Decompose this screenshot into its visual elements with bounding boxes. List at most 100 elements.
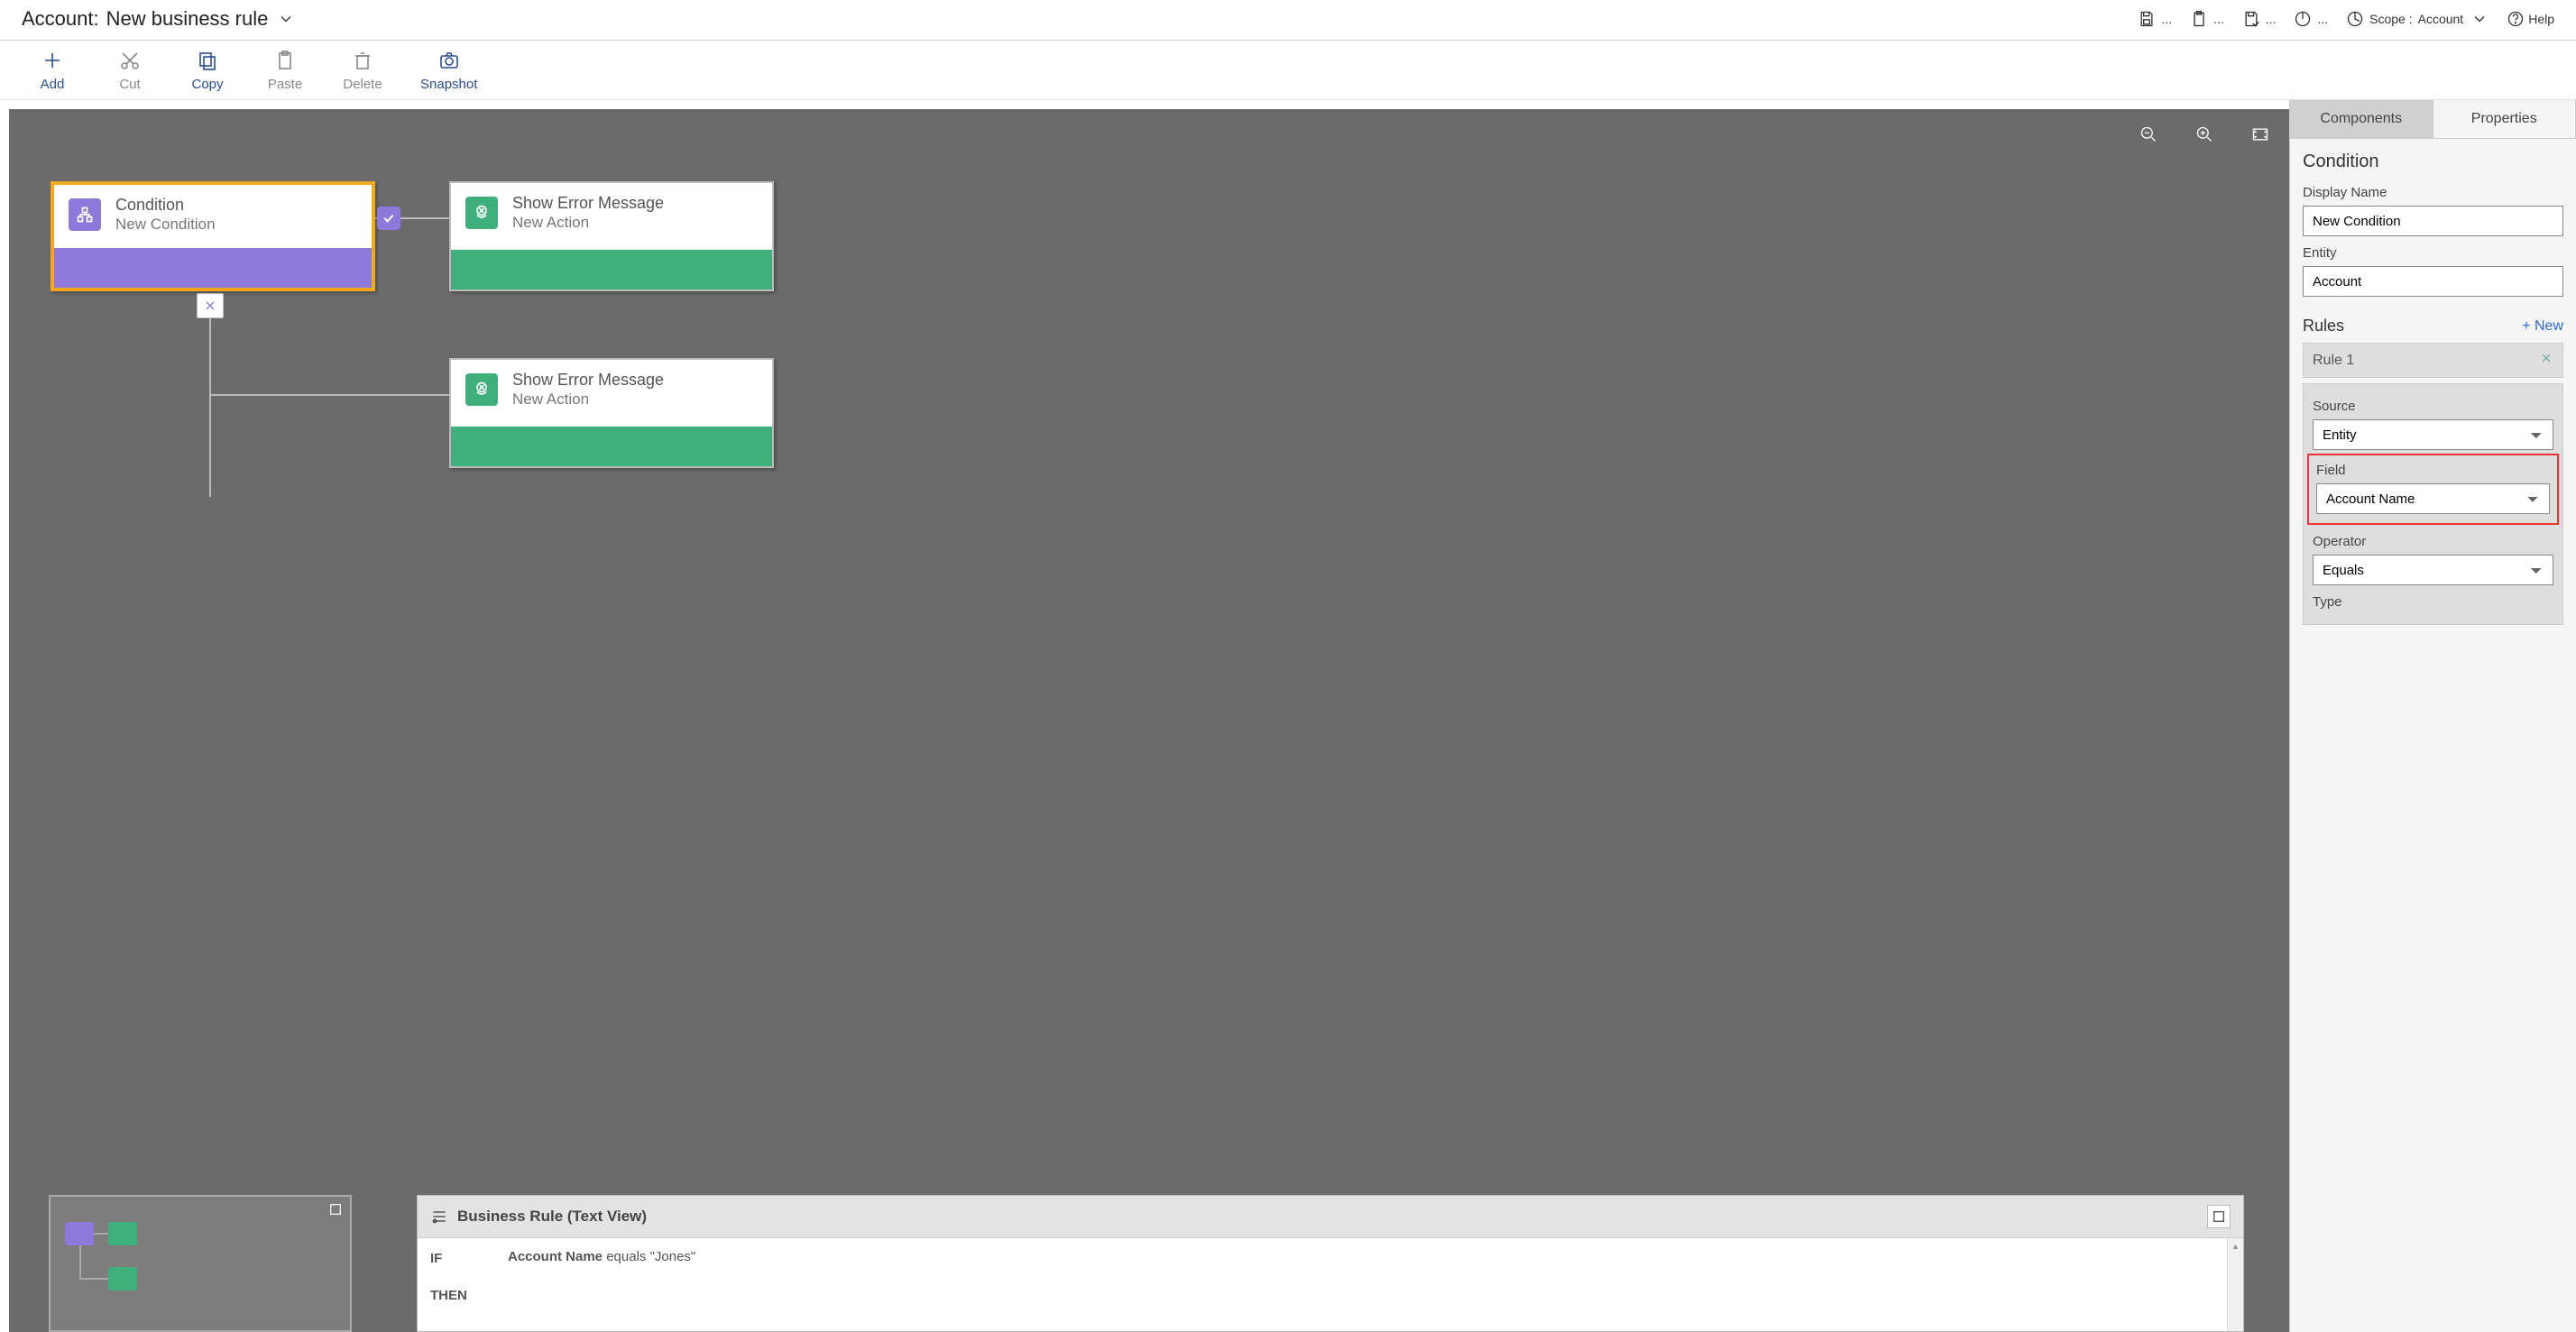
node-title: Show Error Message bbox=[512, 371, 664, 390]
ellipsis-icon bbox=[2159, 12, 2172, 26]
connector-line bbox=[209, 315, 211, 497]
delete-button[interactable]: Delete bbox=[343, 50, 382, 92]
action-node-2[interactable]: Show Error Message New Action bbox=[449, 358, 774, 468]
condition-icon bbox=[69, 198, 101, 231]
then-keyword: THEN bbox=[430, 1288, 508, 1303]
scope-value: Account bbox=[2418, 12, 2464, 26]
title-name: New business rule bbox=[106, 7, 269, 31]
node-strip bbox=[54, 248, 372, 288]
entity-input[interactable] bbox=[2303, 266, 2563, 297]
trash-icon bbox=[352, 50, 373, 71]
power-icon bbox=[2294, 10, 2312, 28]
ellipsis-icon bbox=[2212, 12, 2224, 26]
node-subtitle: New Action bbox=[512, 214, 664, 232]
minimap-connector bbox=[79, 1278, 108, 1280]
save-as-icon bbox=[2242, 10, 2260, 28]
source-select[interactable]: Entity bbox=[2313, 419, 2553, 450]
copy-button[interactable]: Copy bbox=[188, 50, 227, 92]
scope-selector[interactable]: Scope : Account bbox=[2346, 10, 2489, 28]
condition-node[interactable]: Condition New Condition bbox=[51, 181, 375, 291]
source-label: Source bbox=[2313, 399, 2553, 414]
rule-delete-icon[interactable] bbox=[2539, 351, 2553, 370]
if-keyword: IF bbox=[430, 1251, 508, 1266]
tab-components[interactable]: Components bbox=[2290, 100, 2433, 138]
node-subtitle: New Action bbox=[512, 390, 664, 409]
text-view-panel: Business Rule (Text View) IF THEN Accoun… bbox=[417, 1195, 2244, 1332]
minimap[interactable] bbox=[49, 1195, 352, 1332]
minimap-node bbox=[65, 1222, 94, 1245]
field-label: Field bbox=[2316, 463, 2550, 478]
entity-label: Entity bbox=[2303, 245, 2563, 261]
save-icon bbox=[2138, 10, 2156, 28]
field-select[interactable]: Account Name bbox=[2316, 483, 2550, 514]
cut-button[interactable]: Cut bbox=[110, 50, 150, 92]
paste-button[interactable]: Paste bbox=[265, 50, 305, 92]
minimap-node bbox=[108, 1222, 137, 1245]
scope-icon bbox=[2346, 10, 2364, 28]
save-menu-button[interactable] bbox=[2138, 10, 2172, 28]
field-highlight-box: Field Account Name bbox=[2307, 454, 2559, 525]
list-settings-icon bbox=[430, 1208, 448, 1226]
node-strip bbox=[451, 250, 772, 289]
connector-line bbox=[209, 394, 449, 396]
ellipsis-icon bbox=[2315, 12, 2328, 26]
plus-icon bbox=[41, 50, 63, 71]
zoom-out-button[interactable] bbox=[2136, 122, 2161, 147]
chevron-down-icon bbox=[2470, 10, 2489, 28]
error-action-icon bbox=[465, 197, 498, 229]
text-view-expand-button[interactable] bbox=[2207, 1205, 2231, 1228]
tab-properties[interactable]: Properties bbox=[2433, 100, 2576, 138]
activate-menu-button[interactable] bbox=[2294, 10, 2328, 28]
fit-screen-button[interactable] bbox=[2248, 122, 2273, 147]
help-button[interactable]: Help bbox=[2507, 10, 2554, 28]
title-prefix: Account: bbox=[22, 7, 99, 31]
operator-label: Operator bbox=[2313, 534, 2553, 549]
new-rule-button[interactable]: + New bbox=[2522, 318, 2563, 335]
snapshot-button[interactable]: Snapshot bbox=[420, 50, 477, 92]
zoom-out-icon bbox=[2139, 125, 2157, 143]
paste-icon bbox=[274, 50, 296, 71]
rule-1-header[interactable]: Rule 1 bbox=[2303, 343, 2563, 378]
ellipsis-icon bbox=[2264, 12, 2277, 26]
false-path-badge bbox=[197, 293, 224, 318]
operator-select[interactable]: Equals bbox=[2313, 555, 2553, 585]
scope-label: Scope : bbox=[2369, 12, 2412, 26]
if-expression: Account Name equals "Jones" bbox=[508, 1249, 2214, 1264]
saveas-menu-button[interactable] bbox=[2242, 10, 2277, 28]
error-action-icon bbox=[465, 373, 498, 406]
zoom-in-button[interactable] bbox=[2192, 122, 2217, 147]
camera-icon bbox=[438, 50, 460, 71]
add-button[interactable]: Add bbox=[32, 50, 72, 92]
clipboard-icon bbox=[2190, 10, 2208, 28]
properties-section-title: Condition bbox=[2303, 152, 2563, 172]
action-node-1[interactable]: Show Error Message New Action bbox=[449, 181, 774, 291]
text-view-scrollbar[interactable]: ▴ bbox=[2227, 1238, 2243, 1331]
display-name-label: Display Name bbox=[2303, 185, 2563, 200]
text-view-title: Business Rule (Text View) bbox=[457, 1208, 647, 1226]
canvas-area: Condition New Condition bbox=[0, 100, 2289, 1332]
designer-canvas[interactable]: Condition New Condition bbox=[9, 109, 2289, 1332]
node-title: Show Error Message bbox=[512, 194, 664, 214]
minimap-connector bbox=[79, 1245, 81, 1278]
minimap-node bbox=[108, 1267, 137, 1291]
display-name-input[interactable] bbox=[2303, 206, 2563, 236]
zoom-in-icon bbox=[2195, 125, 2213, 143]
fullscreen-icon bbox=[2251, 125, 2269, 143]
node-strip bbox=[451, 427, 772, 466]
chevron-down-icon bbox=[277, 10, 295, 28]
toolbar: Add Cut Copy Paste Delete Snapshot bbox=[0, 41, 2576, 100]
rule-title-dropdown[interactable]: Account: New business rule bbox=[22, 7, 295, 31]
minimap-connector bbox=[94, 1233, 108, 1235]
question-icon bbox=[2507, 10, 2525, 28]
help-label: Help bbox=[2528, 12, 2554, 26]
scissors-icon bbox=[119, 50, 141, 71]
true-path-badge bbox=[377, 207, 400, 230]
validate-menu-button[interactable] bbox=[2190, 10, 2224, 28]
expand-icon bbox=[2212, 1209, 2226, 1224]
node-subtitle: New Condition bbox=[115, 216, 216, 234]
rules-label: Rules bbox=[2303, 317, 2344, 335]
top-bar: Account: New business rule Scope : Accou… bbox=[0, 0, 2576, 41]
node-title: Condition bbox=[115, 196, 216, 216]
type-label: Type bbox=[2313, 594, 2553, 610]
copy-icon bbox=[197, 50, 218, 71]
